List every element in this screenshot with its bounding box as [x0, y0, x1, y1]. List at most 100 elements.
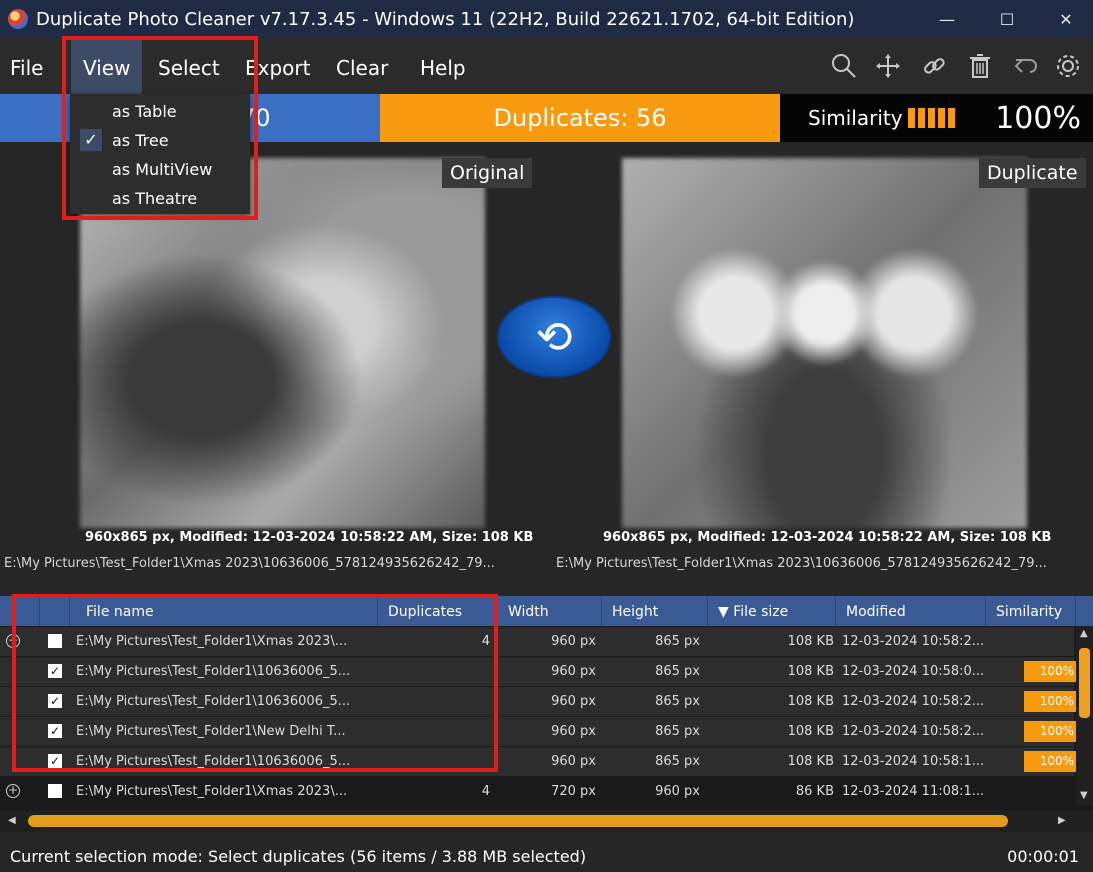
expand-icon[interactable]: + — [6, 784, 20, 798]
menu-file[interactable]: File — [10, 38, 43, 94]
row-checkbox[interactable] — [48, 634, 62, 648]
cell-duplicates: 4 — [481, 784, 490, 799]
cell-height: 865 px — [655, 634, 700, 649]
menu-clear[interactable]: Clear — [336, 38, 388, 94]
cell-modified: 12-03-2024 10:58:2... — [842, 694, 985, 709]
cell-modified: 12-03-2024 10:58:2... — [842, 634, 985, 649]
menu-export[interactable]: Export — [245, 38, 310, 94]
cell-height: 865 px — [655, 724, 700, 739]
menu-view[interactable]: View — [71, 38, 143, 94]
col-similarity[interactable]: Similarity — [988, 596, 1076, 626]
elapsed-timer: 00:00:01 — [1007, 847, 1079, 866]
menu-select[interactable]: Select — [158, 38, 220, 94]
cell-file-name: E:\My Pictures\Test_Folder1\Xmas 2023\..… — [76, 634, 348, 649]
cell-file-size: 108 KB — [787, 634, 834, 649]
view-as-multiview[interactable]: as MultiView — [70, 156, 250, 184]
menu-help[interactable]: Help — [420, 38, 466, 94]
cell-height: 960 px — [655, 784, 700, 799]
duplicate-label: Duplicate — [979, 158, 1086, 188]
col-modified[interactable]: Modified — [838, 596, 986, 626]
duplicate-path: E:\My Pictures\Test_Folder1\Xmas 2023\10… — [556, 556, 1047, 571]
original-path: E:\My Pictures\Test_Folder1\Xmas 2023\10… — [4, 556, 495, 571]
cell-file-size: 108 KB — [787, 694, 834, 709]
duplicate-image[interactable] — [622, 158, 1027, 528]
scroll-right-icon[interactable]: ▶ — [1058, 815, 1066, 826]
cell-height: 865 px — [655, 664, 700, 679]
cell-file-size: 108 KB — [787, 754, 834, 769]
search-icon[interactable] — [828, 50, 860, 82]
table-header: File name Duplicates Width Height ▼ File… — [0, 596, 1093, 626]
original-meta: 960x865 px, Modified: 12-03-2024 10:58:2… — [85, 530, 534, 545]
selection-status: Current selection mode: Select duplicate… — [10, 847, 587, 866]
cell-file-size: 86 KB — [795, 784, 834, 799]
original-label: Original — [442, 158, 533, 188]
cell-width: 720 px — [551, 784, 596, 799]
swap-button[interactable]: ⟲ — [497, 296, 611, 378]
row-checkbox-checked[interactable]: ✓ — [48, 664, 62, 678]
horizontal-scroll-thumb[interactable] — [28, 815, 1008, 827]
cell-file-name: E:\My Pictures\Test_Folder1\Xmas 2023\..… — [76, 784, 348, 799]
col-height[interactable]: Height — [604, 596, 708, 626]
cell-file-size: 108 KB — [787, 664, 834, 679]
cell-width: 960 px — [551, 694, 596, 709]
similarity-panel: Similarity 100% — [780, 94, 1093, 142]
close-button[interactable]: ✕ — [1039, 0, 1093, 38]
similarity-bar: 100% — [1024, 751, 1078, 772]
minimize-button[interactable]: — — [920, 0, 974, 38]
move-icon[interactable] — [872, 50, 904, 82]
similarity-value: 100% — [995, 100, 1081, 136]
cell-width: 960 px — [551, 724, 596, 739]
maximize-button[interactable]: ☐ — [980, 0, 1034, 38]
table-row[interactable]: ✓ E:\My Pictures\Test_Folder1\New Delhi … — [0, 717, 1078, 746]
table-row[interactable]: ✓ E:\My Pictures\Test_Folder1\10636006_5… — [0, 687, 1078, 716]
cell-file-name: E:\My Pictures\Test_Folder1\10636006_5..… — [76, 664, 351, 679]
cell-width: 960 px — [551, 634, 596, 649]
col-check — [40, 596, 70, 626]
table-row[interactable]: ✓ E:\My Pictures\Test_Folder1\10636006_5… — [0, 657, 1078, 686]
cell-file-name: E:\My Pictures\Test_Folder1\New Delhi T.… — [76, 724, 346, 739]
cell-height: 865 px — [655, 694, 700, 709]
similarity-level-bars[interactable] — [908, 108, 955, 128]
table-row[interactable]: − E:\My Pictures\Test_Folder1\Xmas 2023\… — [0, 627, 1074, 656]
view-as-tree-label: as Tree — [112, 131, 169, 150]
row-checkbox[interactable] — [48, 784, 62, 798]
cell-modified: 12-03-2024 10:58:0... — [842, 664, 985, 679]
results-table: File name Duplicates Width Height ▼ File… — [0, 596, 1093, 820]
view-as-tree[interactable]: ✓ as Tree — [70, 127, 250, 155]
scroll-left-icon[interactable]: ◀ — [8, 815, 16, 826]
title-bar: Duplicate Photo Cleaner v7.17.3.45 - Win… — [0, 0, 1093, 38]
table-row[interactable]: + E:\My Pictures\Test_Folder1\Xmas 2023\… — [0, 777, 1074, 806]
col-width[interactable]: Width — [500, 596, 602, 626]
vertical-scroll-thumb[interactable] — [1079, 648, 1090, 718]
similarity-bar: 100% — [1024, 721, 1078, 742]
app-logo-icon — [8, 9, 28, 29]
similarity-label: Similarity — [808, 106, 903, 130]
view-as-theatre[interactable]: as Theatre — [70, 185, 250, 213]
link-icon[interactable] — [918, 50, 950, 82]
col-file-name[interactable]: File name — [78, 596, 378, 626]
col-expand — [0, 596, 40, 626]
scroll-up-icon[interactable]: ▲ — [1080, 628, 1088, 639]
view-as-table[interactable]: as Table — [70, 98, 250, 126]
trash-icon[interactable] — [964, 50, 996, 82]
undo-icon[interactable] — [1010, 50, 1042, 82]
cell-height: 865 px — [655, 754, 700, 769]
col-file-size[interactable]: ▼ File size — [710, 596, 836, 626]
duplicates-panel: Duplicates: 56 — [380, 94, 780, 142]
settings-icon[interactable] — [1052, 50, 1084, 82]
cell-duplicates: 4 — [481, 634, 490, 649]
col-duplicates[interactable]: Duplicates — [380, 596, 498, 626]
row-checkbox-checked[interactable]: ✓ — [48, 694, 62, 708]
horizontal-scrollbar[interactable]: ◀ ▶ — [0, 810, 1093, 832]
collapse-icon[interactable]: − — [6, 634, 20, 648]
table-row[interactable]: ✓ E:\My Pictures\Test_Folder1\10636006_5… — [0, 747, 1078, 776]
vertical-scrollbar[interactable]: ▲ ▼ — [1076, 626, 1093, 806]
duplicates-count: Duplicates: 56 — [493, 104, 667, 132]
status-bar: Current selection mode: Select duplicate… — [0, 840, 1093, 872]
row-checkbox-checked[interactable]: ✓ — [48, 754, 62, 768]
scroll-down-icon[interactable]: ▼ — [1080, 790, 1088, 801]
row-checkbox-checked[interactable]: ✓ — [48, 724, 62, 738]
cell-width: 960 px — [551, 664, 596, 679]
similarity-bar: 100% — [1024, 691, 1078, 712]
window-title: Duplicate Photo Cleaner v7.17.3.45 - Win… — [36, 8, 855, 30]
